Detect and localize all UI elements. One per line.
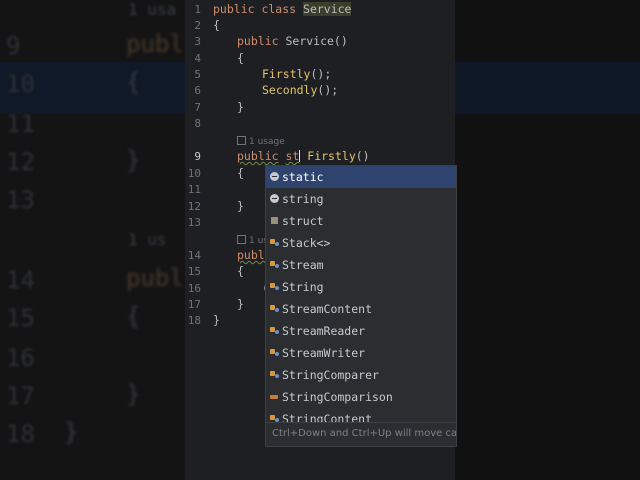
line-number: 6: [194, 84, 201, 97]
completion-item-string-class[interactable]: String: [266, 276, 456, 298]
background-code-line: {: [126, 68, 141, 96]
background-line-number: 10: [6, 70, 35, 98]
background-code-line: publ: [126, 30, 184, 58]
code-line[interactable]: public class Service: [213, 2, 352, 16]
code-line[interactable]: public Service(): [237, 34, 348, 48]
usage-icon: [237, 136, 246, 145]
class-icon: [270, 348, 279, 357]
completion-item-static[interactable]: static: [266, 166, 456, 188]
class-icon: [270, 370, 279, 379]
code-line[interactable]: }: [213, 313, 220, 327]
background-code-line: publ: [126, 264, 184, 292]
completion-item-stack[interactable]: Stack<>: [266, 232, 456, 254]
completion-item-stream[interactable]: Stream: [266, 254, 456, 276]
line-number-active: 9: [194, 150, 201, 163]
line-number: 4: [194, 52, 201, 65]
code-line[interactable]: {: [213, 18, 220, 32]
text-cursor: [299, 150, 301, 162]
background-line-number: 18: [6, 420, 35, 448]
background-usage-text: 1 us: [128, 230, 167, 249]
code-line[interactable]: }: [237, 100, 244, 114]
code-line[interactable]: {: [237, 264, 244, 278]
line-number: 18: [187, 314, 201, 327]
class-icon: [270, 414, 279, 422]
line-number: 14: [187, 249, 201, 262]
line-number: 11: [187, 183, 201, 196]
completion-hint-footer: Ctrl+Down and Ctrl+Up will move caret do…: [266, 422, 456, 446]
line-number: 5: [194, 68, 201, 81]
line-number: 13: [187, 216, 201, 229]
code-line[interactable]: Firstly();: [262, 67, 331, 81]
class-icon: [270, 238, 279, 247]
class-name-highlight: Service: [303, 2, 352, 16]
completion-item-streamwriter[interactable]: StreamWriter: [266, 342, 456, 364]
completion-item-stringcomparer[interactable]: StringComparer: [266, 364, 456, 386]
background-line-number: 11: [6, 110, 35, 138]
background-line-number: 14: [6, 266, 35, 294]
line-number: 8: [194, 117, 201, 130]
completion-item-string[interactable]: string: [266, 188, 456, 210]
code-line[interactable]: }: [237, 199, 244, 213]
background-line-number: 13: [6, 186, 35, 214]
background-line-number: 16: [6, 344, 35, 372]
background-code-line: }: [64, 418, 79, 446]
completion-item-stringcontent[interactable]: StringContent: [266, 408, 456, 422]
background-line-number: 9: [6, 32, 21, 60]
completion-item-struct[interactable]: struct: [266, 210, 456, 232]
background-usage-hint: 1 usa: [128, 0, 176, 19]
class-icon: [270, 304, 279, 313]
background-code-line: }: [126, 146, 141, 174]
background-code-line: {: [126, 302, 141, 330]
line-number: 17: [187, 298, 201, 311]
code-line-current[interactable]: public st Firstly(): [237, 149, 370, 163]
class-icon: [270, 326, 279, 335]
keyword-icon: [270, 194, 279, 203]
enum-icon: [270, 392, 279, 401]
completion-item-streamreader[interactable]: StreamReader: [266, 320, 456, 342]
code-completion-popup[interactable]: static string struct Stack<> Stream Stri…: [265, 165, 457, 447]
keyword-icon: [270, 172, 279, 181]
background-line-number: 17: [6, 382, 35, 410]
completion-item-stringcomparison[interactable]: StringComparison: [266, 386, 456, 408]
background-usage-text: 1 usa: [128, 0, 177, 19]
background-usage-hint: 1 us: [128, 230, 167, 249]
line-number: 12: [187, 200, 201, 213]
line-number: 3: [194, 35, 201, 48]
struct-icon: [270, 216, 279, 225]
line-number: 2: [194, 19, 201, 32]
typed-text: st: [285, 149, 300, 163]
code-line[interactable]: Secondly();: [262, 83, 338, 97]
line-number: 1: [194, 3, 201, 16]
class-icon: [270, 282, 279, 291]
usage-icon: [237, 235, 246, 244]
line-number: 16: [187, 282, 201, 295]
line-number: 7: [194, 101, 201, 114]
code-line[interactable]: {: [237, 51, 244, 65]
line-number: 15: [187, 265, 201, 278]
usage-hint[interactable]: 1 usage: [237, 136, 285, 147]
background-code-line: }: [126, 380, 141, 408]
background-line-number: 15: [6, 304, 35, 332]
class-icon: [270, 260, 279, 269]
completion-item-streamcontent[interactable]: StreamContent: [266, 298, 456, 320]
background-line-number: 12: [6, 148, 35, 176]
code-line[interactable]: }: [237, 297, 244, 311]
line-number: 10: [187, 167, 201, 180]
code-line[interactable]: {: [237, 166, 244, 180]
